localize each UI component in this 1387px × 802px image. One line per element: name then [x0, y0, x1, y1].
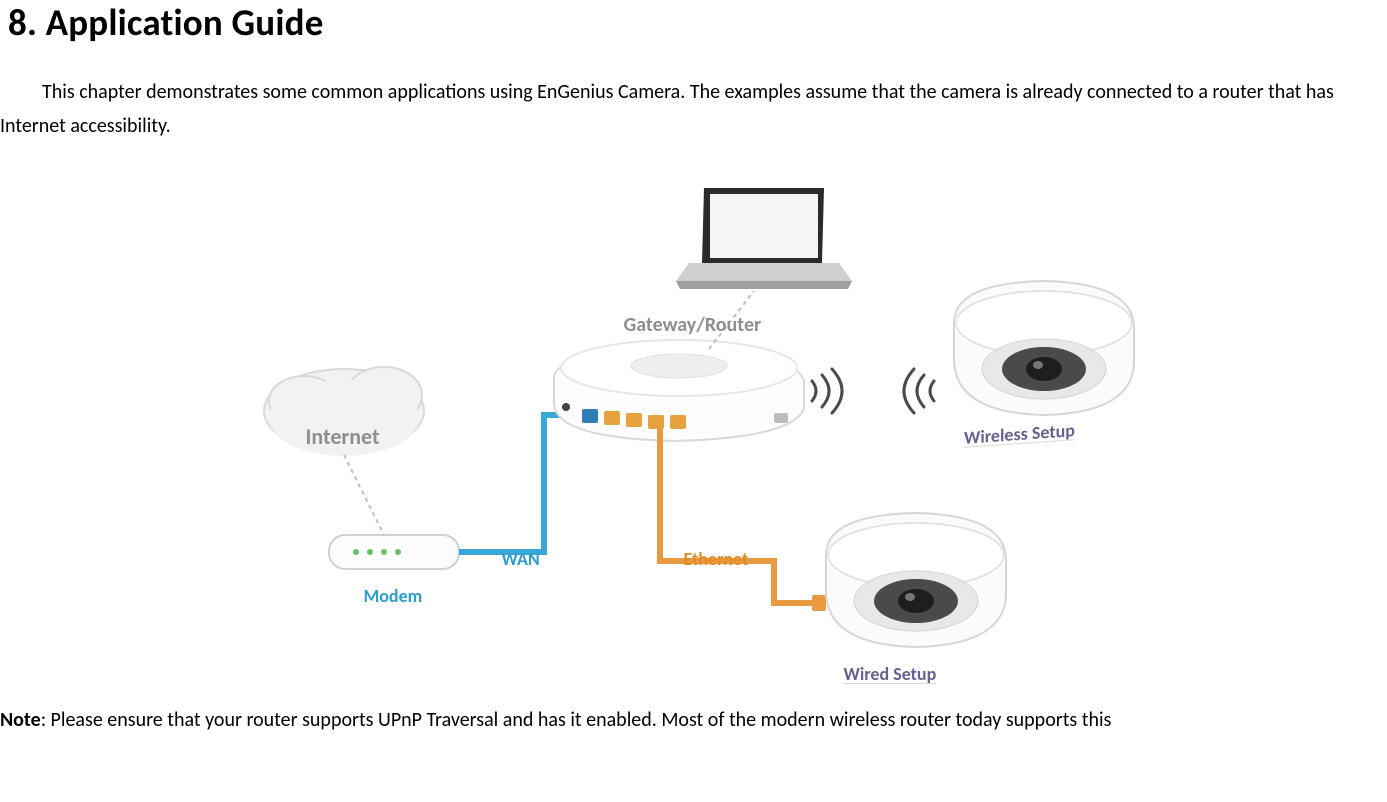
label-internet: Internet: [306, 423, 380, 450]
note-label: Note: [0, 708, 41, 732]
modem-icon: [329, 535, 459, 569]
label-gateway-router: Gateway/Router: [624, 313, 762, 337]
label-modem: Modem: [364, 585, 423, 607]
note-body: : Please ensure that your router support…: [41, 708, 1112, 732]
router-icon: [554, 340, 804, 441]
wired-camera-icon: [826, 513, 1006, 647]
wireless-camera-icon: [954, 281, 1134, 415]
label-wired-setup: Wired Setup: [844, 663, 937, 685]
label-ethernet: Ethernet: [684, 548, 749, 570]
label-wan: WAN: [502, 548, 540, 570]
laptop-icon: [676, 188, 852, 289]
page-title: 8. Application Guide: [8, 0, 1387, 45]
wan-cable: [459, 415, 584, 552]
network-diagram: Internet Gateway/Router Modem WAN Ethern…: [0, 163, 1387, 693]
intro-paragraph: This chapter demonstrates some common ap…: [0, 75, 1379, 143]
ethernet-cable: [660, 429, 819, 603]
link-internet-modem: [344, 455, 384, 535]
wireless-signal-icon: [812, 369, 934, 413]
note-paragraph: Note: Please ensure that your router sup…: [0, 703, 1379, 737]
